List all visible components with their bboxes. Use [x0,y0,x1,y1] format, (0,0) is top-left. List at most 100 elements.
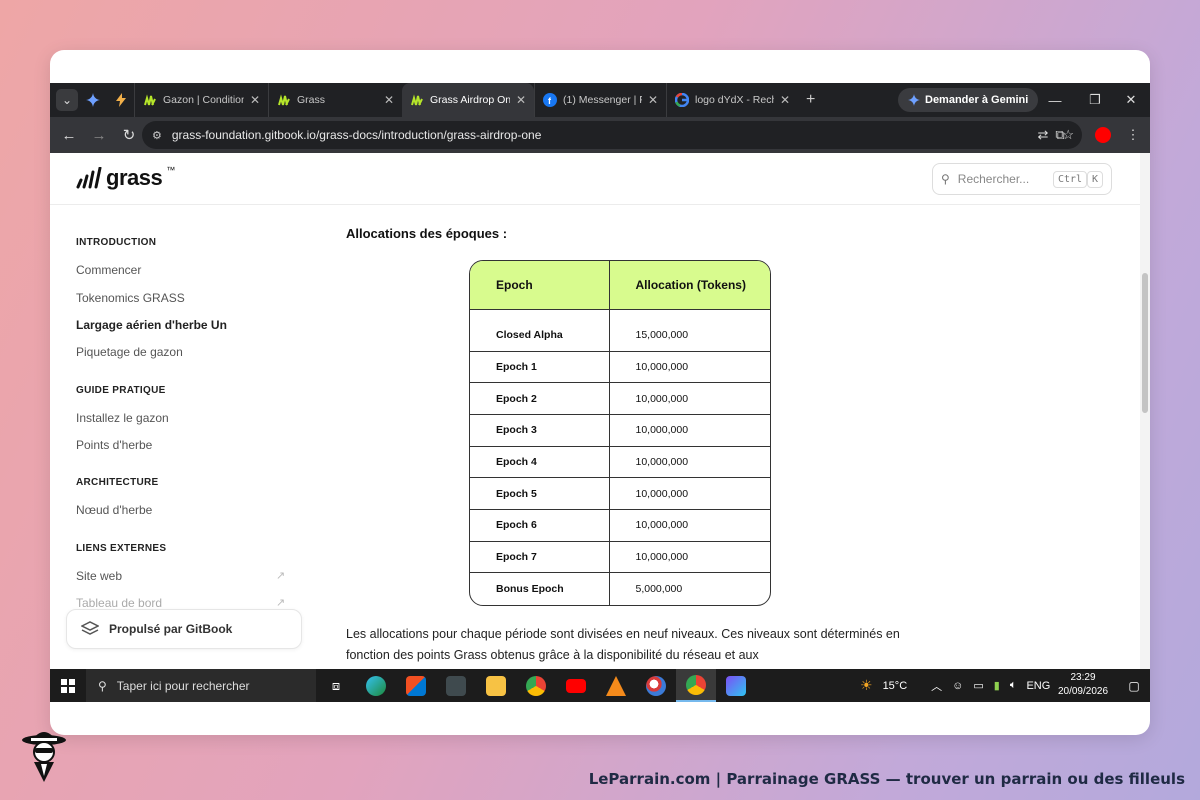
close-icon[interactable]: ✕ [648,93,658,107]
menu-icon[interactable]: ⋮ [1118,117,1148,153]
tab-search-button[interactable]: ⌄ [56,89,78,111]
sidebar-item-staking[interactable]: Piquetage de gazon [76,345,183,359]
sidebar-item-dashboard[interactable]: Tableau de bord [76,596,162,610]
column-header: Epoch [470,261,610,310]
sidebar-item-node[interactable]: Nœud d'herbe [76,503,152,517]
extensions-icon[interactable]: ⧉ [1045,117,1075,153]
new-tab-button[interactable]: + [806,91,815,109]
table-cell: Bonus Epoch [470,572,610,605]
gitbook-badge[interactable]: Propulsé par GitBook [66,609,302,649]
footer-caption: LeParrain.com | Parrainage GRASS — trouv… [588,770,1185,788]
gemini-icon [908,94,920,106]
table-row: Bonus Epoch 5,000,000 [470,572,770,605]
minimize-button[interactable]: — [1038,83,1072,117]
edge-icon [366,675,386,696]
sidebar-item-points[interactable]: Points d'herbe [76,438,152,452]
taskbar-app-explorer[interactable] [476,669,516,702]
gemini-pinned-tab[interactable] [78,83,108,117]
table-cell: 10,000,000 [609,509,770,542]
table-cell: Epoch 1 [470,351,610,384]
gemini-button[interactable]: Demander à Gemini [898,88,1039,112]
table-row: Epoch 1 10,000,000 [470,351,770,384]
sidebar-item-commencer[interactable]: Commencer [76,263,141,277]
table-cell: 10,000,000 [609,477,770,510]
search-placeholder: Rechercher... [957,172,1030,186]
vlc-icon [606,675,626,696]
taskbar-app-store[interactable] [396,669,436,702]
tab-gazon[interactable]: Gazon | Condition ✕ [134,83,268,117]
table-cell: Epoch 5 [470,477,610,510]
table-cell: Epoch 7 [470,541,610,574]
taskbar-app-paint[interactable] [636,669,676,702]
taskbar-app-other[interactable] [716,669,756,702]
gemini-label: Demander à Gemini [925,94,1029,106]
taskbar-search[interactable]: ⚲ Taper ici pour rechercher [86,669,316,702]
taskbar-app-monitor[interactable] [436,669,476,702]
taskbar-search-placeholder: Taper ici pour rechercher [116,678,250,693]
weather-icon[interactable]: ☀ [860,677,873,694]
address-bar[interactable]: ⚙ grass-foundation.gitbook.io/grass-docs… [142,121,1082,149]
taskbar-app-vlc[interactable] [596,669,636,702]
external-link-icon: ↗ [276,597,286,609]
tab-grass[interactable]: Grass ✕ [268,83,402,117]
sidebar-item-website[interactable]: Site web [76,569,122,583]
taskbar: ⚲ Taper ici pour rechercher ⧈ ☀ 15°C ︿ ☺… [50,669,1150,702]
tab-strip: ⌄ Gazon | Condition ✕ Grass ✕ Grass Aird… [50,83,1150,117]
battery-icon[interactable]: ▮ [994,679,1000,692]
reload-icon: ↻ [122,127,136,144]
search-input[interactable]: ⚲ Rechercher... Ctrl K [932,163,1112,195]
table-cell: Epoch 3 [470,414,610,447]
grass-logo[interactable]: grass ™ [76,165,175,191]
page-scrollbar[interactable] [1140,153,1150,669]
gitbook-icon [81,621,99,635]
taskbar-app-chrome[interactable] [516,669,556,702]
task-view-button[interactable]: ⧈ [316,669,356,702]
sidebar-item-install[interactable]: Installez le gazon [76,411,169,425]
taskbar-clock[interactable]: 23:29 20/09/2026 [1052,671,1114,699]
site-header: grass ™ ⚲ Rechercher... Ctrl K [50,153,1140,205]
close-window-button[interactable]: ✕ [1114,83,1148,117]
table-cell: Epoch 2 [470,382,610,415]
table-row: Closed Alpha 15,000,000 [470,309,770,352]
weather-temp[interactable]: 15°C [883,680,908,692]
lightning-icon [116,93,126,107]
column-header: Allocation (Tokens) [609,261,770,310]
external-link-icon: ↗ [276,570,286,582]
table-cell: 10,000,000 [609,446,770,479]
pinned-tab[interactable] [108,83,134,117]
close-icon[interactable]: ✕ [384,93,394,107]
tab-grass-airdrop[interactable]: Grass Airdrop One ✕ [402,83,534,117]
taskbar-app-chrome-active[interactable] [676,669,716,702]
people-icon[interactable]: ☺ [952,680,963,692]
close-icon[interactable]: ✕ [780,93,790,107]
tab-label: (1) Messenger | Fa [563,94,642,106]
screenshot-card: ⌄ Gazon | Condition ✕ Grass ✕ Grass Aird… [50,50,1150,735]
profile-button[interactable] [1088,117,1118,153]
close-icon[interactable]: ✕ [516,93,526,107]
taskbar-app-edge[interactable] [356,669,396,702]
start-button[interactable] [50,669,86,702]
volume-icon[interactable]: 🔈︎ [1010,679,1017,692]
forward-button[interactable]: → [84,117,114,153]
chevron-up-icon[interactable]: ︿ [931,678,942,694]
tab-messenger[interactable]: f (1) Messenger | Fa ✕ [534,83,666,117]
close-icon[interactable]: ✕ [250,93,260,107]
scrollbar-thumb[interactable] [1142,273,1148,413]
network-icon[interactable]: ▭ [973,679,983,692]
taskbar-app-youtube[interactable] [556,669,596,702]
folder-icon [486,675,506,696]
sidebar-item-airdrop-active[interactable]: Largage aérien d'herbe Un [76,318,227,332]
back-button[interactable]: ← [54,117,84,153]
language-indicator[interactable]: ENG [1026,680,1050,692]
sidebar-item-tokenomics[interactable]: Tokenomics GRASS [76,291,185,305]
reload-button[interactable]: ↻ [114,117,144,153]
notification-button[interactable]: ▢ [1120,669,1148,702]
restore-button[interactable]: ❐ [1078,83,1112,117]
chevron-down-icon: ⌄ [61,93,73,107]
shortcut-k: K [1087,171,1104,188]
main-content: Allocations des époques : Epoch Allocati… [346,205,1126,669]
app-icon [726,675,746,696]
sidebar-section-title: LIENS EXTERNES [76,543,167,554]
tab-google[interactable]: logo dYdX - Reche ✕ [666,83,798,117]
site-info-icon[interactable]: ⚙ [152,129,162,142]
